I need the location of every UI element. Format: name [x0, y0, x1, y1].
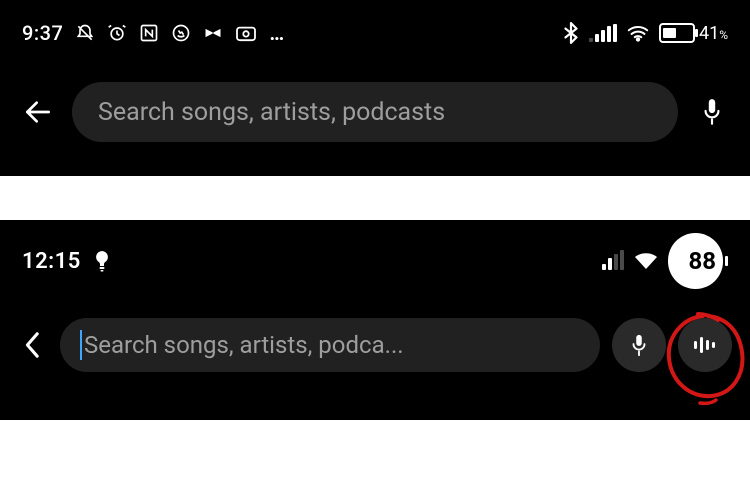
search-placeholder: Search songs, artists, podca... — [84, 331, 404, 359]
screenshot-before: 9:37 … — [0, 0, 750, 176]
back-button[interactable] — [18, 331, 48, 359]
search-row: Search songs, artists, podcasts — [0, 82, 750, 142]
mute-icon — [75, 23, 95, 43]
back-button[interactable] — [18, 96, 58, 128]
text-cursor — [80, 330, 82, 360]
nfc-icon — [139, 23, 159, 43]
bluetooth-icon — [563, 22, 579, 44]
status-left: 9:37 … — [22, 21, 286, 45]
alarm-icon — [107, 23, 127, 43]
battery-icon: 41% — [659, 23, 728, 44]
battery-fill — [663, 28, 676, 38]
whatsapp-icon — [171, 23, 191, 43]
wifi-icon — [627, 24, 649, 42]
battery-icon: 88 — [668, 233, 728, 289]
voice-search-button[interactable] — [692, 97, 732, 127]
more-icon: … — [269, 21, 286, 45]
battery-percent: 88 — [668, 233, 723, 289]
clock: 9:37 — [22, 21, 63, 45]
status-right: 41% — [563, 22, 728, 44]
sound-search-button[interactable] — [678, 318, 732, 372]
search-row: Search songs, artists, podca... — [0, 318, 750, 372]
voice-search-button[interactable] — [612, 318, 666, 372]
capcut-icon — [203, 23, 223, 43]
wifi-icon — [634, 252, 658, 270]
clock: 12:15 — [22, 249, 81, 274]
status-bar: 9:37 … — [0, 0, 750, 56]
status-bar: 12:15 88 — [0, 220, 750, 284]
search-placeholder: Search songs, artists, podcasts — [98, 98, 445, 127]
search-input[interactable]: Search songs, artists, podca... — [60, 318, 600, 372]
screenshot-after: 12:15 88 — [0, 220, 750, 420]
battery-percent: 41% — [699, 23, 728, 44]
bulb-icon — [93, 250, 111, 272]
status-left: 12:15 — [22, 249, 111, 274]
status-right: 88 — [602, 233, 728, 289]
camera-icon — [235, 24, 257, 42]
signal-icon — [602, 252, 624, 270]
search-input[interactable]: Search songs, artists, podcasts — [72, 82, 678, 142]
signal-icon — [589, 24, 617, 42]
